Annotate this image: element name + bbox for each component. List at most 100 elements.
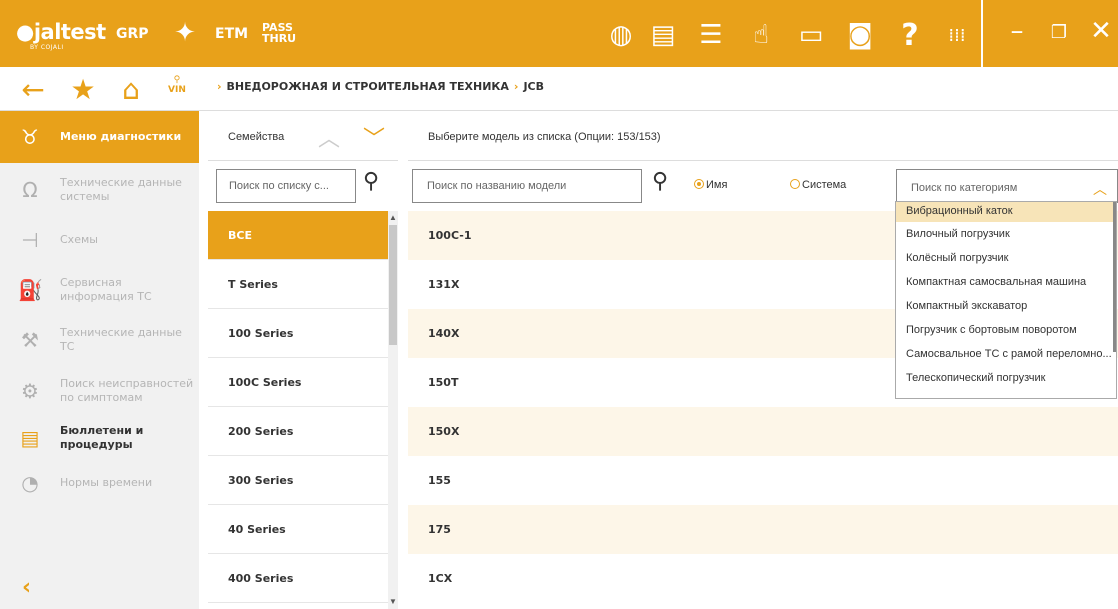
favorites-star-icon[interactable]: ★	[66, 73, 100, 107]
vin-search-icon[interactable]: ⚲ VIN	[168, 75, 186, 95]
help-icon[interactable]: ?	[893, 18, 927, 53]
list-item[interactable]: 300 Series	[208, 456, 388, 505]
document-icon[interactable]: ▤	[646, 18, 680, 52]
sidebar-item-label: Сервисная информация ТС	[60, 276, 152, 303]
search-icon[interactable]: ⚲	[363, 169, 391, 199]
radio-selected-icon	[694, 179, 704, 189]
chevron-down-icon[interactable]: ﹀	[363, 121, 385, 153]
schematic-icon: ⊣	[21, 228, 39, 252]
radio-name[interactable]: Имя	[694, 179, 727, 191]
grp-button[interactable]: GRP	[116, 26, 149, 42]
chevron-up-icon[interactable]: ︿	[1093, 179, 1107, 199]
stethoscope-icon: ♉	[21, 125, 39, 149]
minimize-icon[interactable]: –	[1000, 16, 1034, 50]
sidebar-item-system-technical-data[interactable]: Ω Технические данные системы	[0, 163, 199, 217]
sidebar-item-label: Нормы времени	[60, 476, 153, 489]
vin-label: VIN	[168, 85, 186, 95]
camera-icon[interactable]: ◙	[843, 18, 877, 52]
globe-icon[interactable]: ◍	[604, 18, 638, 52]
scroll-down-arrow-icon[interactable]: ▼	[388, 597, 398, 606]
dropdown-option[interactable]: Колёсный погрузчик	[896, 246, 1116, 270]
radio-system[interactable]: Система	[790, 179, 846, 191]
breadcrumb: › ВНЕДОРОЖНАЯ И СТРОИТЕЛЬНАЯ ТЕХНИКА › JCB	[212, 80, 544, 93]
list-item[interactable]: ВСЕ	[208, 211, 388, 260]
models-title: Выберите модель из списка (Опции: 153/15…	[428, 131, 661, 143]
collapse-sidebar-chevron-icon[interactable]: ‹	[22, 575, 31, 600]
logo-dot-icon: ●	[16, 20, 34, 44]
sidebar-item-time-norms[interactable]: ◔ Нормы времени	[0, 456, 199, 510]
dropdown-option[interactable]: Компактный экскаватор	[896, 294, 1116, 318]
sidebar-item-label: Поиск неисправностей по симптомам	[60, 377, 194, 404]
radio-system-label: Система	[802, 179, 847, 191]
list-item[interactable]: 155	[408, 456, 1118, 505]
hand-icon[interactable]: ☝	[744, 18, 778, 52]
list-item[interactable]: 1CX	[408, 554, 1118, 603]
breadcrumb-chevron-icon: ›	[217, 80, 222, 93]
radio-unselected-icon	[790, 179, 800, 189]
list-item[interactable]: 100 Series	[208, 309, 388, 358]
logo-text: jaltest	[33, 20, 106, 44]
category-dropdown: Вибрационный каток Вилочный погрузчик Ко…	[895, 201, 1117, 399]
list-item[interactable]: 400 Series	[208, 554, 388, 603]
sidebar-item-vehicle-technical-data[interactable]: ⚒ Технические данные ТС	[0, 313, 199, 367]
oil-can-icon: ⛽	[18, 278, 43, 302]
breadcrumb-category[interactable]: ВНЕДОРОЖНАЯ И СТРОИТЕЛЬНАЯ ТЕХНИКА	[227, 80, 509, 93]
dropdown-option[interactable]: Телескопический погрузчик	[896, 366, 1116, 390]
chevron-up-icon[interactable]: ︿	[318, 121, 340, 153]
sidebar-item-label: Технические данные ТС	[60, 326, 182, 353]
close-icon[interactable]: ✕	[1084, 16, 1118, 50]
sidebar-item-label: Схемы	[60, 233, 98, 246]
scrollbar-thumb[interactable]	[389, 225, 397, 345]
families-panel: Семейства ︿ ﹀ Поиск по списку с... ⚲ ВСЕ…	[208, 111, 398, 609]
troubleshoot-icon: ⚙	[21, 379, 39, 403]
topbar-separator	[981, 0, 983, 67]
breadcrumb-chevron-icon: ›	[513, 80, 519, 93]
dropdown-option[interactable]: Вилочный погрузчик	[896, 222, 1116, 246]
restore-icon[interactable]: ❐	[1042, 22, 1076, 56]
list-item[interactable]: 175	[408, 505, 1118, 554]
category-select[interactable]: Поиск по категориям ︿	[896, 169, 1118, 203]
families-list: ВСЕ T Series 100 Series 100C Series 200 …	[208, 211, 388, 609]
dropdown-scrollbar[interactable]	[1113, 202, 1116, 352]
list-item[interactable]: T Series	[208, 260, 388, 309]
jaltest-logo: ●jaltest BY COJALI	[16, 20, 106, 51]
radio-name-label: Имя	[706, 179, 728, 191]
sidebar-item-label: Меню диагностики	[60, 130, 182, 143]
bulletin-icon: ▤	[20, 426, 40, 450]
home-icon[interactable]: ⌂	[114, 73, 148, 107]
scroll-up-arrow-icon[interactable]: ▲	[388, 213, 398, 222]
list-icon[interactable]: ☰	[694, 18, 728, 52]
families-search-input[interactable]: Поиск по списку с...	[216, 169, 356, 203]
list-item[interactable]: 150X	[408, 407, 1118, 456]
connection-icon[interactable]: ✦	[168, 16, 202, 50]
clock-gear-icon: ◔	[21, 471, 39, 495]
dropdown-option[interactable]: Погрузчик с бортовым поворотом	[896, 318, 1116, 342]
sidebar: ♉ Меню диагностики Ω Технические данные …	[0, 111, 199, 609]
dropdown-option[interactable]: Вибрационный каток	[896, 202, 1116, 222]
apps-grid-icon[interactable]: ⁞⁞⁞	[940, 18, 974, 52]
sidebar-item-service-info[interactable]: ⛽ Сервисная информация ТС	[0, 263, 199, 317]
printer-icon[interactable]: ▭	[794, 18, 828, 52]
list-item[interactable]: 200 Series	[208, 407, 388, 456]
models-header: Выберите модель из списка (Опции: 153/15…	[408, 111, 1118, 161]
top-bar: ●jaltest BY COJALI GRP ✦ ETM PASS THRU ◍…	[0, 0, 1118, 67]
navigation-bar: ← ★ ⌂ ⚲ VIN › ВНЕДОРОЖНАЯ И СТРОИТЕЛЬНАЯ Т…	[0, 67, 1118, 111]
sidebar-item-schematics[interactable]: ⊣ Схемы	[0, 213, 199, 267]
etm-button[interactable]: ETM	[215, 26, 248, 42]
wrench-icon: ⚒	[21, 328, 39, 352]
search-icon[interactable]: ⚲	[652, 169, 668, 194]
list-item[interactable]: 100C Series	[208, 358, 388, 407]
sidebar-item-diagnostics-menu[interactable]: ♉ Меню диагностики	[0, 111, 199, 163]
category-select-placeholder: Поиск по категориям	[911, 182, 1018, 194]
breadcrumb-brand[interactable]: JCB	[523, 80, 544, 93]
back-arrow-icon[interactable]: ←	[16, 73, 50, 107]
pass-thru-button[interactable]: PASS THRU	[262, 22, 296, 44]
dropdown-option[interactable]: Самосвальное ТС с рамой переломно...	[896, 342, 1116, 366]
model-search-input[interactable]: Поиск по названию модели	[412, 169, 642, 203]
logo-subtext: BY COJALI	[30, 44, 64, 51]
families-header: Семейства ︿ ﹀	[208, 111, 398, 161]
sidebar-item-label: Технические данные системы	[60, 176, 182, 203]
families-scrollbar[interactable]: ▲ ▼	[388, 211, 398, 609]
dropdown-option[interactable]: Компактная самосвальная машина	[896, 270, 1116, 294]
list-item[interactable]: 40 Series	[208, 505, 388, 554]
